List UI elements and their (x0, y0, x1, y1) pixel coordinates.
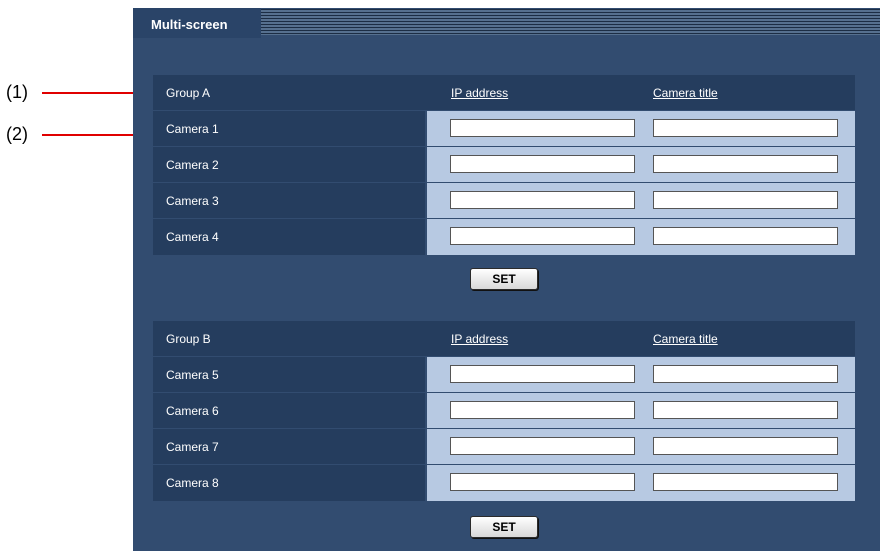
camera-1-title-input[interactable] (653, 119, 838, 137)
camera-8-ip-input[interactable] (450, 473, 635, 491)
camera-8-label: Camera 8 (166, 476, 219, 490)
table-row: Camera 2 (153, 147, 855, 183)
camera-6-ip-input[interactable] (450, 401, 635, 419)
camera-7-label: Camera 7 (166, 440, 219, 454)
group-a-header-row: Group A IP address Camera title (153, 75, 855, 111)
group-b-set-button[interactable]: SET (470, 516, 538, 538)
table-row: Camera 4 (153, 219, 855, 255)
camera-7-ip-input[interactable] (450, 437, 635, 455)
table-row: Camera 6 (153, 393, 855, 429)
table-row: Camera 5 (153, 357, 855, 393)
camera-4-ip-input[interactable] (450, 227, 635, 245)
table-row: Camera 1 (153, 111, 855, 147)
camera-3-label: Camera 3 (166, 194, 219, 208)
group-b-header-row: Group B IP address Camera title (153, 321, 855, 357)
group-a-set-button[interactable]: SET (470, 268, 538, 290)
camera-7-title-input[interactable] (653, 437, 838, 455)
multi-screen-panel: Multi-screen Group A IP address Camera t… (133, 8, 880, 551)
group-a-name: Group A (166, 86, 211, 100)
camera-6-title-input[interactable] (653, 401, 838, 419)
group-a-ip-address-link[interactable]: IP address (451, 75, 508, 111)
camera-2-title-input[interactable] (653, 155, 838, 173)
group-a-camera-title-link[interactable]: Camera title (653, 75, 718, 111)
camera-1-label: Camera 1 (166, 122, 219, 136)
group-b-name: Group B (166, 332, 211, 346)
camera-4-label: Camera 4 (166, 230, 219, 244)
camera-6-label: Camera 6 (166, 404, 219, 418)
camera-3-title-input[interactable] (653, 191, 838, 209)
camera-5-label: Camera 5 (166, 368, 219, 382)
group-b-ip-address-link[interactable]: IP address (451, 321, 508, 357)
callout-1: (1) (6, 82, 28, 102)
camera-2-label: Camera 2 (166, 158, 219, 172)
camera-5-title-input[interactable] (653, 365, 838, 383)
camera-4-title-input[interactable] (653, 227, 838, 245)
camera-8-title-input[interactable] (653, 473, 838, 491)
camera-3-ip-input[interactable] (450, 191, 635, 209)
camera-5-ip-input[interactable] (450, 365, 635, 383)
table-row: Camera 3 (153, 183, 855, 219)
table-row: Camera 7 (153, 429, 855, 465)
camera-2-ip-input[interactable] (450, 155, 635, 173)
tab-header-stripes (261, 9, 880, 35)
tab-multi-screen[interactable]: Multi-screen (133, 8, 261, 38)
group-b-camera-title-link[interactable]: Camera title (653, 321, 718, 357)
callout-2: (2) (6, 124, 28, 144)
camera-1-ip-input[interactable] (450, 119, 635, 137)
table-row: Camera 8 (153, 465, 855, 501)
